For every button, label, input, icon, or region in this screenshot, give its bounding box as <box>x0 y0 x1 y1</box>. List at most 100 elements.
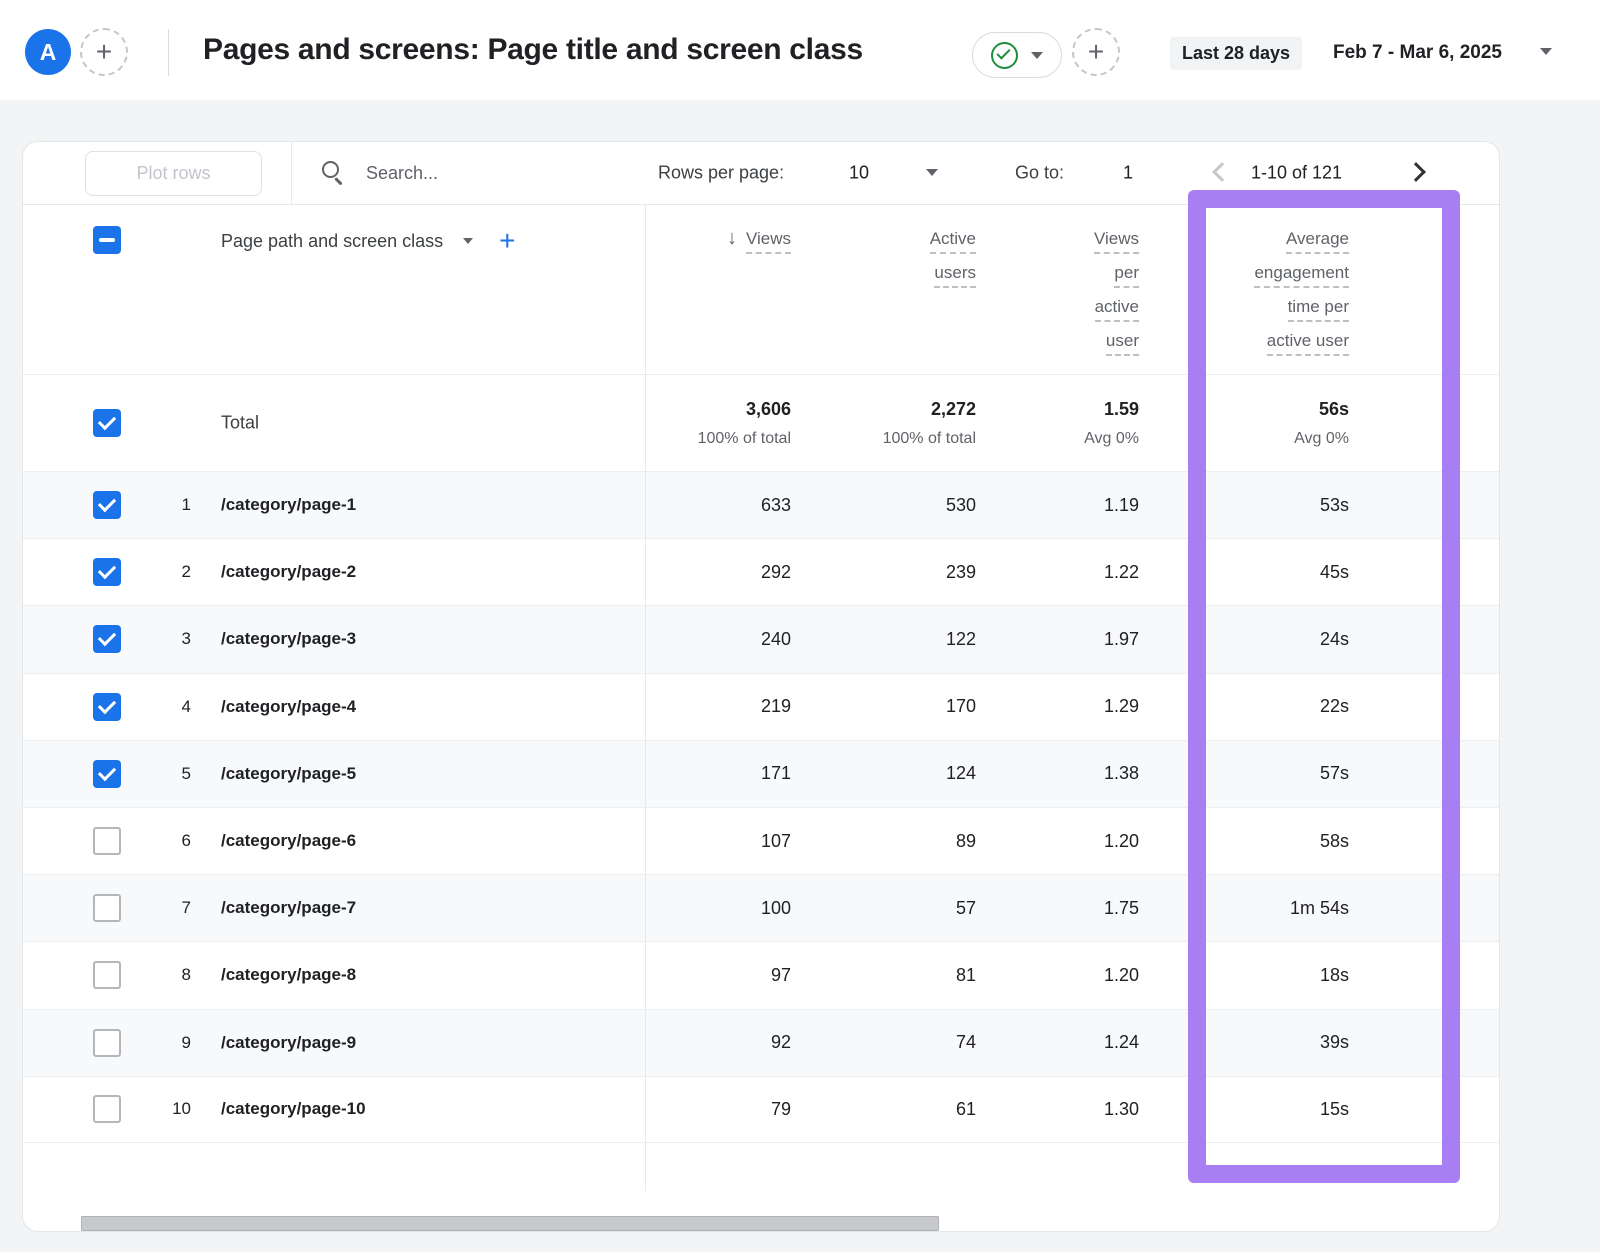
table-header: Page path and screen class + ↓ViewsActiv… <box>23 205 1499 374</box>
toolbar-divider <box>291 142 292 204</box>
metric-headers: ↓ViewsActiveusersViewsperactiveuserAvera… <box>645 205 1349 374</box>
table-row[interactable]: 4 /category/page-4 219 170 1.29 22s <box>23 673 1499 740</box>
add-report-button[interactable]: + <box>80 28 128 76</box>
avatar[interactable]: A <box>25 29 71 75</box>
dimension-header-label: Page path and screen class <box>221 231 443 252</box>
chevron-down-icon[interactable] <box>926 169 938 176</box>
row-avg-engagement-time: 1m 54s <box>1290 898 1349 919</box>
date-range-chip[interactable]: Last 28 days <box>1170 37 1302 70</box>
row-avg-engagement-time: 57s <box>1320 763 1349 784</box>
chevron-down-icon[interactable] <box>1540 48 1552 55</box>
search-icon <box>322 161 339 178</box>
table-row[interactable]: 8 /category/page-8 97 81 1.20 18s <box>23 941 1499 1008</box>
next-page-icon[interactable] <box>1406 162 1426 182</box>
table-row[interactable]: 5 /category/page-5 171 124 1.38 57s <box>23 740 1499 807</box>
row-checkbox[interactable] <box>93 625 121 653</box>
row-views: 633 <box>761 495 791 516</box>
row-page-path: /category/page-9 <box>221 1033 356 1053</box>
row-index: 10 <box>121 1099 191 1119</box>
column-divider <box>645 205 646 1191</box>
table-row[interactable]: 10 /category/page-10 79 61 1.30 15s <box>23 1076 1499 1143</box>
row-views-per-active-user: 1.38 <box>1104 763 1139 784</box>
row-index: 2 <box>121 562 191 582</box>
column-header-line: time per <box>1288 296 1349 322</box>
total-row-checkbox[interactable] <box>93 409 121 437</box>
row-views: 107 <box>761 831 791 852</box>
row-index: 5 <box>121 764 191 784</box>
total-views-per-active-user-cell: 1.59 Avg 0% <box>976 375 1139 471</box>
table-body: 1 /category/page-1 633 530 1.19 53s 2 /c… <box>23 471 1499 1143</box>
row-active-users: 57 <box>956 898 976 919</box>
row-page-path: /category/page-8 <box>221 965 356 985</box>
row-avg-engagement-time: 22s <box>1320 696 1349 717</box>
table-row[interactable]: 2 /category/page-2 292 239 1.22 45s <box>23 538 1499 605</box>
row-views-per-active-user: 1.29 <box>1104 696 1139 717</box>
column-header-line: engagement <box>1254 262 1349 288</box>
row-views-per-active-user: 1.24 <box>1104 1032 1139 1053</box>
row-index: 4 <box>121 697 191 717</box>
table-row[interactable]: 1 /category/page-1 633 530 1.19 53s <box>23 471 1499 538</box>
column-header-line: active user <box>1267 330 1349 356</box>
row-checkbox[interactable] <box>93 1029 121 1057</box>
total-row-label: Total <box>221 413 259 434</box>
chevron-down-icon[interactable] <box>463 238 473 244</box>
row-views: 171 <box>761 763 791 784</box>
row-views-per-active-user: 1.20 <box>1104 831 1139 852</box>
row-avg-engagement-time: 58s <box>1320 831 1349 852</box>
search-input[interactable] <box>366 155 596 191</box>
column-header[interactable]: ↓Views <box>645 205 791 374</box>
row-checkbox[interactable] <box>93 894 121 922</box>
column-header-line: per <box>1114 262 1139 288</box>
column-header-line: Views <box>1094 228 1139 254</box>
row-checkbox[interactable] <box>93 961 121 989</box>
row-checkbox[interactable] <box>93 693 121 721</box>
plot-rows-button[interactable]: Plot rows <box>85 151 262 196</box>
row-checkbox[interactable] <box>93 827 121 855</box>
table-row[interactable]: 9 /category/page-9 92 74 1.24 39s <box>23 1009 1499 1076</box>
plus-icon: + <box>1088 36 1104 68</box>
go-to-page-input[interactable]: 1 <box>1123 163 1133 184</box>
row-views: 219 <box>761 696 791 717</box>
column-header-line: Active <box>930 228 976 254</box>
row-checkbox[interactable] <box>93 558 121 586</box>
date-range-value[interactable]: Feb 7 - Mar 6, 2025 <box>1333 42 1502 64</box>
row-active-users: 170 <box>946 696 976 717</box>
row-index: 7 <box>121 898 191 918</box>
table-row[interactable]: 7 /category/page-7 100 57 1.75 1m 54s <box>23 874 1499 941</box>
previous-page-icon[interactable] <box>1212 162 1232 182</box>
add-dimension-icon[interactable]: + <box>499 227 515 255</box>
rows-per-page-select[interactable]: 10 <box>849 163 869 184</box>
column-header[interactable]: Averageengagementtime peractive user <box>1139 205 1349 374</box>
table-row[interactable]: 6 /category/page-6 107 89 1.20 58s <box>23 807 1499 874</box>
row-page-path: /category/page-1 <box>221 495 356 515</box>
horizontal-scrollbar-thumb[interactable] <box>81 1216 939 1231</box>
chevron-down-icon <box>1031 52 1043 59</box>
row-index: 6 <box>121 831 191 851</box>
plus-icon: + <box>96 36 112 68</box>
select-all-checkbox[interactable] <box>93 226 121 254</box>
row-avg-engagement-time: 53s <box>1320 495 1349 516</box>
row-checkbox[interactable] <box>93 1095 121 1123</box>
row-checkbox[interactable] <box>93 491 121 519</box>
column-header[interactable]: Viewsperactiveuser <box>976 205 1139 374</box>
report-status-control[interactable] <box>972 32 1062 78</box>
report-table-card: Plot rows Rows per page: 10 Go to: 1 1-1… <box>22 141 1500 1232</box>
row-active-users: 61 <box>956 1099 976 1120</box>
dimension-header[interactable]: Page path and screen class + <box>221 227 516 255</box>
row-active-users: 74 <box>956 1032 976 1053</box>
row-index: 1 <box>121 495 191 515</box>
row-views-per-active-user: 1.19 <box>1104 495 1139 516</box>
column-header[interactable]: Active users <box>791 205 976 374</box>
row-views: 292 <box>761 562 791 583</box>
row-page-path: /category/page-3 <box>221 629 356 649</box>
table-row[interactable]: 3 /category/page-3 240 122 1.97 24s <box>23 605 1499 672</box>
row-views: 79 <box>771 1099 791 1120</box>
add-comparison-button[interactable]: + <box>1072 28 1120 76</box>
row-avg-engagement-time: 39s <box>1320 1032 1349 1053</box>
row-views: 240 <box>761 629 791 650</box>
column-header-line: active <box>1095 296 1139 322</box>
row-index: 9 <box>121 1033 191 1053</box>
row-views: 97 <box>771 965 791 986</box>
column-header-line: users <box>934 262 976 288</box>
row-checkbox[interactable] <box>93 760 121 788</box>
